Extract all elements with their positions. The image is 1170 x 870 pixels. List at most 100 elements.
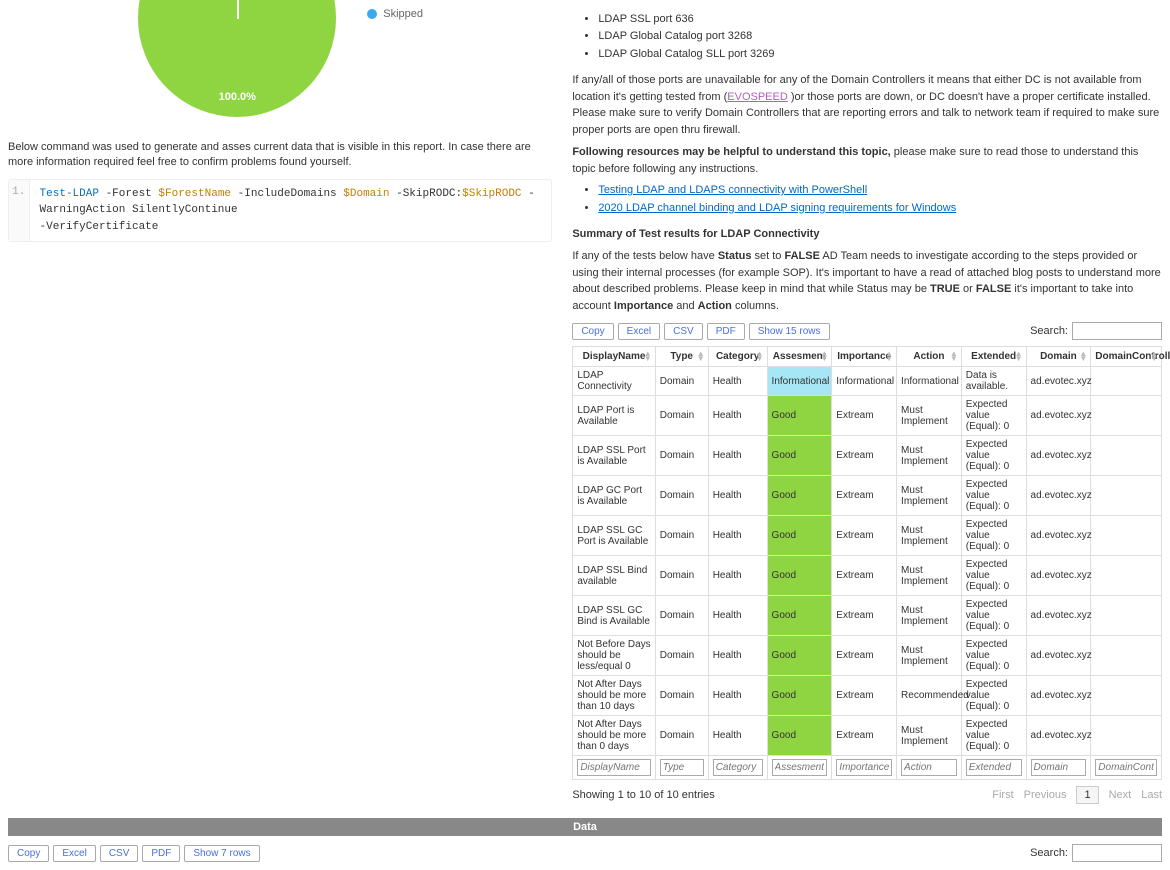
sort-icon[interactable]: ▲▼ [950, 352, 958, 362]
sort-icon[interactable]: ▲▼ [644, 352, 652, 362]
show-rows-button[interactable]: Show 7 rows [184, 845, 259, 862]
search-input[interactable] [1072, 844, 1162, 862]
table-cell: Expected value (Equal): 0 [961, 596, 1026, 636]
copy-button[interactable]: Copy [8, 845, 49, 862]
table-cell: Must Implement [897, 516, 962, 556]
table-cell [1091, 516, 1162, 556]
column-filter-input[interactable] [772, 759, 828, 776]
page-next[interactable]: Next [1109, 789, 1132, 801]
table-cell: Good [767, 596, 832, 636]
resource-link[interactable]: Testing LDAP and LDAPS connectivity with… [598, 184, 867, 196]
table-cell: Good [767, 716, 832, 756]
table-info: Showing 1 to 10 of 10 entries [572, 789, 714, 801]
resource-link[interactable]: 2020 LDAP channel binding and LDAP signi… [598, 202, 956, 214]
copy-button[interactable]: Copy [572, 323, 613, 340]
sort-icon[interactable]: ▲▼ [1015, 352, 1023, 362]
sort-icon[interactable]: ▲▼ [820, 352, 828, 362]
column-header[interactable]: Category▲▼ [708, 347, 767, 367]
column-filter-input[interactable] [901, 759, 957, 776]
summary-heading: Summary of Test results for LDAP Connect… [572, 228, 819, 240]
table-cell: LDAP GC Port is Available [573, 476, 655, 516]
table-cell: Domain [655, 636, 708, 676]
table-cell: Domain [655, 676, 708, 716]
sort-icon[interactable]: ▲▼ [1150, 352, 1158, 362]
table-cell: Extream [832, 716, 897, 756]
column-filter-input[interactable] [660, 759, 704, 776]
column-filter-input[interactable] [577, 759, 650, 776]
sort-icon[interactable]: ▲▼ [885, 352, 893, 362]
column-filter-input[interactable] [713, 759, 763, 776]
table-row[interactable]: LDAP SSL GC Port is AvailableDomainHealt… [573, 516, 1162, 556]
column-header[interactable]: DisplayName▲▼ [573, 347, 655, 367]
table-cell [1091, 636, 1162, 676]
table-cell: Extream [832, 396, 897, 436]
table-cell: Expected value (Equal): 0 [961, 516, 1026, 556]
legend-dot-icon [367, 9, 377, 19]
table-cell: Health [708, 436, 767, 476]
evospeed-link[interactable]: EVOSPEED [727, 91, 788, 103]
search-input[interactable] [1072, 322, 1162, 340]
column-header[interactable]: Domain▲▼ [1026, 347, 1091, 367]
table-row[interactable]: LDAP GC Port is AvailableDomainHealthGoo… [573, 476, 1162, 516]
list-item: LDAP Global Catalog port 3268 [598, 29, 1162, 44]
search-label: Search: [1030, 847, 1068, 859]
table-cell: Expected value (Equal): 0 [961, 556, 1026, 596]
table-cell: ad.evotec.xyz [1026, 636, 1091, 676]
table-cell [1091, 476, 1162, 516]
column-header[interactable]: Type▲▼ [655, 347, 708, 367]
code-block: 1. Test-LDAP -Forest $ForestName -Includ… [8, 179, 552, 243]
csv-button[interactable]: CSV [100, 845, 139, 862]
results-table: DisplayName▲▼Type▲▼Category▲▼Assesment▲▼… [572, 346, 1162, 780]
sort-icon[interactable]: ▲▼ [756, 352, 764, 362]
code-line-number: 1. [9, 180, 30, 242]
table-cell: LDAP SSL Port is Available [573, 436, 655, 476]
table-cell: Health [708, 367, 767, 396]
table-cell: ad.evotec.xyz [1026, 716, 1091, 756]
column-header[interactable]: Extended▲▼ [961, 347, 1026, 367]
page-prev[interactable]: Previous [1024, 789, 1067, 801]
excel-button[interactable]: Excel [618, 323, 660, 340]
show-rows-button[interactable]: Show 15 rows [749, 323, 830, 340]
table-row[interactable]: Not After Days should be more than 0 day… [573, 716, 1162, 756]
page-first[interactable]: First [992, 789, 1013, 801]
table-cell: Domain [655, 396, 708, 436]
column-header[interactable]: Importance▲▼ [832, 347, 897, 367]
table-cell: Informational [832, 367, 897, 396]
column-filter-input[interactable] [1031, 759, 1087, 776]
column-header[interactable]: DomainController▲▼ [1091, 347, 1162, 367]
sort-icon[interactable]: ▲▼ [1079, 352, 1087, 362]
excel-button[interactable]: Excel [53, 845, 95, 862]
column-filter-input[interactable] [1095, 759, 1157, 776]
table-cell: Good [767, 556, 832, 596]
column-filter-input[interactable] [966, 759, 1022, 776]
table-row[interactable]: Not After Days should be more than 10 da… [573, 676, 1162, 716]
csv-button[interactable]: CSV [664, 323, 703, 340]
table-cell: Data is available. [961, 367, 1026, 396]
table-cell: LDAP SSL GC Bind is Available [573, 596, 655, 636]
table-cell: Domain [655, 556, 708, 596]
ports-paragraph: If any/all of those ports are unavailabl… [572, 72, 1162, 138]
column-header[interactable]: Assesment▲▼ [767, 347, 832, 367]
pdf-button[interactable]: PDF [707, 323, 745, 340]
legend-item[interactable]: Skipped [367, 8, 423, 20]
table-row[interactable]: LDAP SSL GC Bind is AvailableDomainHealt… [573, 596, 1162, 636]
column-filter-input[interactable] [836, 759, 892, 776]
pdf-button[interactable]: PDF [142, 845, 180, 862]
ports-list: LDAP SSL port 636 LDAP Global Catalog po… [598, 12, 1162, 62]
pagination: First Previous 1 Next Last [992, 786, 1162, 804]
table-row[interactable]: LDAP ConnectivityDomainHealthInformation… [573, 367, 1162, 396]
sort-icon[interactable]: ▲▼ [697, 352, 705, 362]
table-row[interactable]: LDAP SSL Port is AvailableDomainHealthGo… [573, 436, 1162, 476]
table-cell: Health [708, 396, 767, 436]
table-cell [1091, 556, 1162, 596]
table-cell: Must Implement [897, 436, 962, 476]
table-cell: Extream [832, 436, 897, 476]
pie-chart: 100.0% Skipped [8, 8, 552, 128]
page-current[interactable]: 1 [1076, 786, 1098, 804]
table-row[interactable]: LDAP SSL Bind availableDomainHealthGoodE… [573, 556, 1162, 596]
table-row[interactable]: Not Before Days should be less/equal 0Do… [573, 636, 1162, 676]
page-last[interactable]: Last [1141, 789, 1162, 801]
data-section-bar[interactable]: Data [8, 818, 1162, 836]
column-header[interactable]: Action▲▼ [897, 347, 962, 367]
table-row[interactable]: LDAP Port is AvailableDomainHealthGoodEx… [573, 396, 1162, 436]
